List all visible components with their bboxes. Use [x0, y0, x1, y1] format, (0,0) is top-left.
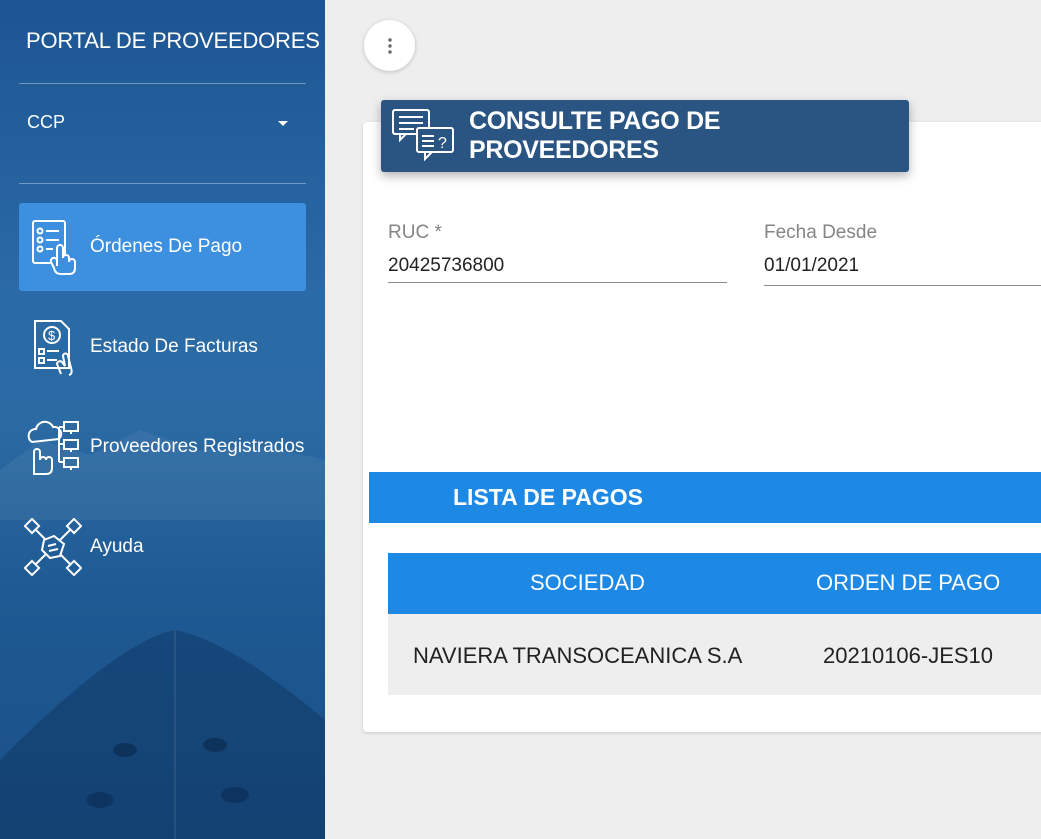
column-header-sociedad[interactable]: SOCIEDAD	[530, 570, 645, 596]
cell-orden-de-pago[interactable]: 20210106-JES10	[823, 643, 993, 669]
invoice-dollar-icon: $	[23, 317, 83, 377]
sidebar-item-label: Órdenes De Pago	[90, 236, 243, 257]
sidebar-item-estado-de-facturas[interactable]: $ Estado De Facturas	[19, 303, 306, 391]
divider	[19, 183, 306, 184]
portal-brand: PORTAL DE PROVEEDORES	[26, 28, 320, 53]
svg-text:?: ?	[438, 135, 447, 152]
handshake-icon	[23, 517, 83, 577]
svg-text:$: $	[48, 328, 56, 343]
divider	[19, 83, 306, 84]
ruc-label: RUC *	[388, 222, 442, 243]
sidebar: PORTAL DE PROVEEDORES CCP Órdenes De Pag…	[0, 0, 325, 839]
sidebar-item-label: Proveedores Registrados	[90, 436, 305, 457]
vertical-dots-icon	[387, 37, 392, 54]
caret-down-icon[interactable]	[278, 121, 288, 126]
fecha-desde-underline	[764, 285, 1041, 286]
sidebar-item-label: Ayuda	[90, 536, 144, 557]
fecha-desde-label: Fecha Desde	[764, 222, 878, 243]
sidebar-item-ordenes-de-pago[interactable]: Órdenes De Pago	[19, 203, 306, 291]
column-header-orden-de-pago[interactable]: ORDEN DE PAGO	[816, 570, 1000, 596]
ruc-input-underline	[388, 282, 727, 283]
cloud-network-icon	[23, 417, 83, 477]
sidebar-item-ayuda[interactable]: Ayuda	[19, 503, 306, 591]
more-options-button[interactable]	[364, 20, 415, 71]
card-header: ? CONSULTE PAGO DE PROVEEDORES	[381, 100, 909, 172]
chat-bubbles-icon: ?	[390, 106, 456, 166]
sidebar-item-proveedores-registrados[interactable]: Proveedores Registrados	[19, 403, 306, 491]
checklist-hand-icon	[23, 217, 83, 277]
sidebar-item-label: Estado De Facturas	[90, 336, 258, 357]
company-select-value[interactable]: CCP	[27, 112, 65, 133]
cell-sociedad: NAVIERA TRANSOCEANICA S.A	[413, 643, 743, 668]
lista-pagos-title: LISTA DE PAGOS	[453, 484, 643, 510]
ruc-input[interactable]: 20425736800	[388, 255, 504, 277]
fecha-desde-input[interactable]: 01/01/2021	[764, 255, 859, 277]
page-title: CONSULTE PAGO DE PROVEEDORES	[469, 107, 721, 164]
